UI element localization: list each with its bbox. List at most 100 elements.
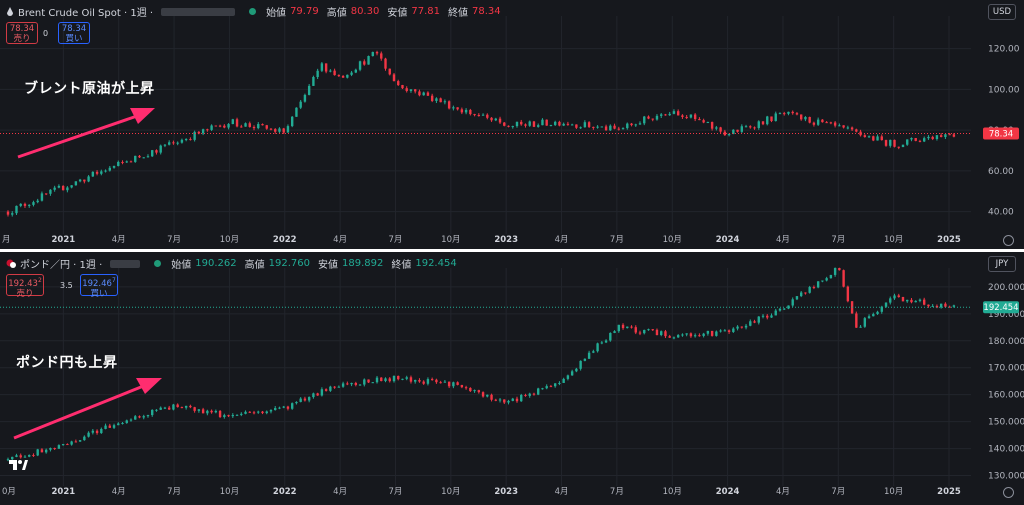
y-tick-label: 60.00 — [988, 167, 1014, 177]
candle-body — [134, 416, 137, 420]
candle-body — [931, 136, 934, 140]
x-tick-label: 7月 — [831, 487, 845, 497]
candle-body — [553, 383, 557, 387]
candle-body — [541, 388, 544, 390]
candle-body — [676, 111, 680, 116]
currency-selector[interactable]: USD — [988, 4, 1016, 20]
candle-body — [371, 382, 374, 384]
candle-body — [715, 127, 718, 129]
candle-body — [553, 121, 557, 125]
candle-body — [914, 300, 917, 303]
candle-body — [341, 75, 345, 78]
candle-body — [846, 286, 850, 302]
currency-selector[interactable]: JPY — [988, 256, 1016, 272]
candle-body — [146, 156, 150, 158]
candle-body — [562, 378, 565, 383]
candle-body — [146, 415, 150, 417]
candle-body — [261, 411, 264, 414]
candle-body — [329, 386, 332, 391]
symbol-name[interactable]: Brent Crude Oil Spot · 1週 · — [18, 4, 153, 19]
candle-body — [95, 430, 99, 434]
tradingview-logo — [9, 460, 28, 470]
candle-body — [380, 377, 383, 382]
candle-body — [320, 389, 324, 396]
high-label: 高値 — [326, 8, 347, 19]
candle-body — [452, 382, 455, 387]
candle-body — [392, 375, 396, 382]
candle-body — [290, 116, 294, 127]
settings-icon[interactable] — [1003, 487, 1014, 498]
candle-body — [570, 124, 574, 126]
candle-body — [562, 123, 565, 126]
candle-body — [180, 139, 184, 143]
candle-body — [452, 107, 455, 109]
candle-body — [689, 114, 693, 118]
candle-body — [876, 311, 879, 315]
candle-body — [681, 115, 684, 117]
candle-body — [668, 336, 671, 338]
candle-body — [231, 119, 235, 125]
candle-body — [303, 398, 307, 401]
candle-body — [689, 333, 693, 337]
candle-body — [447, 381, 451, 387]
settings-icon[interactable] — [1003, 235, 1014, 246]
candle-body — [61, 185, 65, 191]
y-tick-label: 200.000 — [988, 283, 1024, 293]
sell-button[interactable]: 78.34 売り — [6, 22, 38, 44]
candle-body — [439, 382, 442, 384]
candle-body — [494, 399, 497, 401]
candle-body — [307, 397, 311, 401]
candle-body — [248, 411, 251, 413]
candle-body — [286, 406, 290, 409]
candle-body — [867, 136, 871, 138]
x-tick-label: 月 — [2, 235, 11, 245]
candle-body — [231, 415, 235, 417]
candle-body — [825, 278, 828, 281]
y-tick-label: 40.00 — [988, 208, 1014, 218]
candle-body — [757, 121, 760, 128]
candle-body — [193, 407, 196, 411]
candle-body — [630, 326, 633, 328]
candle-body — [842, 270, 845, 287]
low-label: 安値 — [317, 260, 338, 271]
candle-body — [460, 109, 464, 113]
candle-body — [346, 74, 349, 78]
candle-body — [744, 325, 748, 328]
candle-body — [358, 61, 362, 70]
candle-body — [838, 268, 841, 271]
sell-button[interactable]: 192.432 売り — [6, 274, 44, 299]
buy-button[interactable]: 192.467 買い — [80, 274, 118, 299]
candle-body — [117, 423, 120, 426]
close-label: 終値 — [391, 260, 412, 271]
candle-body — [532, 121, 536, 127]
candle-body — [698, 119, 701, 121]
candle-body — [884, 140, 888, 146]
candle-body — [486, 394, 489, 397]
candle-body — [426, 92, 430, 96]
symbol-name[interactable]: ポンド／円 · 1週 · — [20, 256, 102, 271]
candle-body — [596, 343, 599, 352]
open-value: 190.262 — [195, 258, 237, 269]
x-tick-label: 7月 — [610, 235, 624, 245]
candle-body — [121, 422, 124, 424]
candle-body — [477, 390, 481, 393]
low-value: 189.892 — [341, 258, 384, 269]
x-tick-label: 7月 — [167, 235, 181, 245]
candle-body — [61, 444, 65, 446]
candle-body — [655, 329, 659, 336]
x-tick-label: 4月 — [555, 235, 569, 245]
candle-body — [761, 121, 765, 125]
x-tick-label: 2021 — [52, 235, 76, 245]
buy-label: 買い — [65, 34, 83, 44]
close-label: 終値 — [447, 8, 468, 19]
buy-button[interactable]: 78.34 買い — [58, 22, 90, 44]
candle-body — [11, 213, 14, 215]
candle-body — [15, 205, 18, 214]
candle-body — [87, 432, 90, 437]
candle-body — [778, 308, 782, 311]
candle-body — [727, 134, 731, 136]
candle-body — [804, 292, 807, 294]
candle-body — [235, 414, 239, 416]
candle-body — [660, 114, 663, 116]
high-value: 192.760 — [268, 258, 310, 269]
